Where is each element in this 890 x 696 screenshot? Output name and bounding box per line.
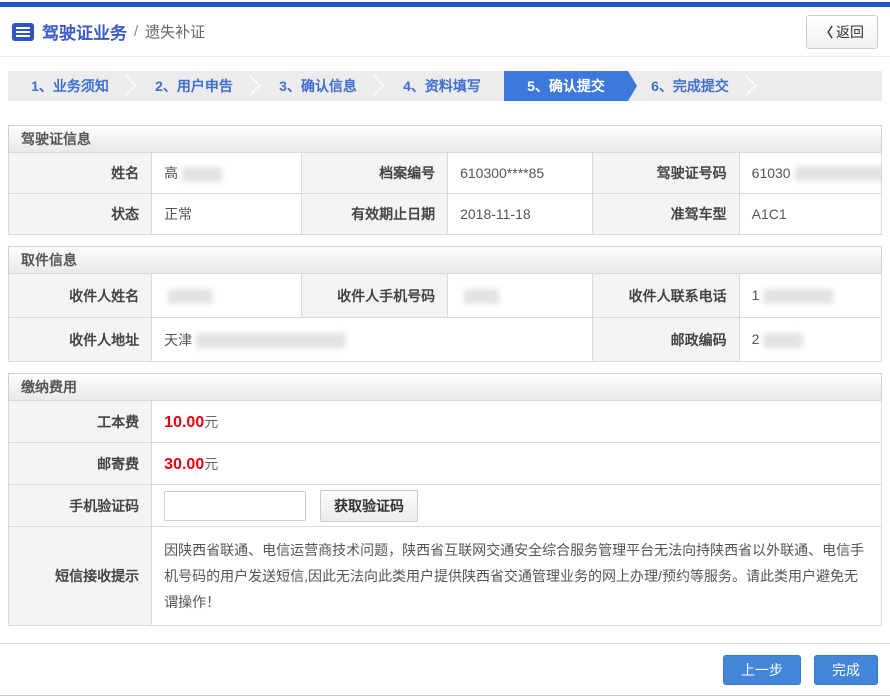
field-label: 档案编号 [302,153,448,194]
field-value-production-fee: 10.00元 [152,401,882,443]
value-text: 1 [752,287,760,303]
fee-amount: 10.00 [164,414,204,431]
fees-section: 缴纳费用 工本费 10.00元 邮寄费 30.00元 手机验证码 获取验证码 短… [8,373,882,626]
field-label: 收件人地址 [9,318,152,362]
step-label: 6、完成提交 [651,78,729,94]
field-value-recipient-mobile [448,274,593,318]
step-1-business-notes[interactable]: 1、业务须知 [8,71,132,101]
field-value-status: 正常 [152,194,302,235]
field-label: 邮政编码 [593,318,740,362]
step-5-confirm-submit[interactable]: 5、确认提交 [504,71,628,101]
list-icon [12,23,34,41]
value-text: 高 [164,165,178,181]
redacted-value [795,166,882,181]
footer-actions: 上一步 完成 [0,644,890,695]
field-value-name: 高 [152,153,302,194]
fee-unit: 元 [204,456,218,472]
fee-unit: 元 [204,414,218,430]
field-label: 工本费 [9,401,152,443]
page-header: 驾驶证业务 / 遗失补证 〈 返回 [0,7,890,57]
field-value-expiry: 2018-11-18 [448,194,593,235]
pickup-info-section: 取件信息 收件人姓名 收件人手机号码 收件人联系电话 1 收件人地址 天津 邮政… [8,246,882,362]
verification-cell: 获取验证码 [152,485,882,527]
value-text: 61030 [752,165,791,181]
field-value-license-no: 61030 [739,153,881,194]
field-value-file-no: 610300****85 [448,153,593,194]
step-2-user-declaration[interactable]: 2、用户申告 [132,71,256,101]
field-label: 收件人手机号码 [302,274,448,318]
table-row: 姓名 高 档案编号 610300****85 驾驶证号码 61030 [9,153,882,194]
table-row: 短信接收提示 因陕西省联通、电信运营商技术问题，陕西省互联网交通安全综合服务管理… [9,527,882,626]
get-verification-code-button[interactable]: 获取验证码 [320,490,418,522]
value-text: A1C1 [752,206,787,222]
finish-button[interactable]: 完成 [814,655,878,685]
title-separator: / [134,23,138,40]
field-label: 姓名 [9,153,152,194]
field-value-postal-code: 2 [739,318,881,362]
redacted-value [763,289,833,304]
step-wizard-tail [752,71,882,101]
chevron-left-icon: 〈 [820,22,833,41]
previous-step-button[interactable]: 上一步 [723,655,801,685]
field-label: 驾驶证号码 [593,153,740,194]
field-value-recipient-address: 天津 [152,318,593,362]
field-value-recipient-name [152,274,302,318]
value-text: 天津 [164,332,192,348]
field-label: 状态 [9,194,152,235]
step-label: 3、确认信息 [279,78,357,94]
field-label: 收件人联系电话 [593,274,740,318]
step-4-fill-info[interactable]: 4、资料填写 [380,71,504,101]
step-wizard: 1、业务须知 2、用户申告 3、确认信息 4、资料填写 5、确认提交 6、完成提… [8,71,882,101]
license-info-table: 姓名 高 档案编号 610300****85 驾驶证号码 61030 状态 正常… [8,152,882,235]
back-button-label: 返回 [836,22,864,42]
field-value-recipient-phone: 1 [739,274,881,318]
step-label: 5、确认提交 [527,78,605,94]
value-text: 2 [752,331,760,347]
field-label: 短信接收提示 [9,527,152,626]
pickup-info-table: 收件人姓名 收件人手机号码 收件人联系电话 1 收件人地址 天津 邮政编码 2 [8,273,882,362]
table-row: 手机验证码 获取验证码 [9,485,882,527]
back-button[interactable]: 〈 返回 [806,15,878,49]
step-3-confirm-info[interactable]: 3、确认信息 [256,71,380,101]
table-row: 邮寄费 30.00元 [9,443,882,485]
step-label: 2、用户申告 [155,78,233,94]
table-row: 收件人姓名 收件人手机号码 收件人联系电话 1 [9,274,882,318]
field-value-vehicle-class: A1C1 [739,194,881,235]
redacted-value [763,333,803,348]
fees-section-title: 缴纳费用 [8,373,882,401]
step-label: 1、业务须知 [31,78,109,94]
step-6-complete-submit[interactable]: 6、完成提交 [628,71,752,101]
step-label: 4、资料填写 [403,78,481,94]
page-subtitle: 遗失补证 [145,21,205,42]
fees-table: 工本费 10.00元 邮寄费 30.00元 手机验证码 获取验证码 短信接收提示… [8,400,882,626]
table-row: 收件人地址 天津 邮政编码 2 [9,318,882,362]
value-text: 2018-11-18 [460,206,531,222]
value-text: 610300****85 [460,165,544,181]
field-label: 邮寄费 [9,443,152,485]
redacted-value [168,289,213,304]
table-row: 工本费 10.00元 [9,401,882,443]
verification-code-input[interactable] [164,491,306,521]
field-label: 有效期止日期 [302,194,448,235]
pickup-section-title: 取件信息 [8,246,882,274]
license-section-title: 驾驶证信息 [8,125,882,153]
license-info-section: 驾驶证信息 姓名 高 档案编号 610300****85 驾驶证号码 61030… [8,125,882,235]
field-label: 手机验证码 [9,485,152,527]
field-label: 准驾车型 [593,194,740,235]
redacted-value [464,289,499,304]
field-label: 收件人姓名 [9,274,152,318]
fee-amount: 30.00 [164,456,204,473]
field-value-postage-fee: 30.00元 [152,443,882,485]
table-row: 状态 正常 有效期止日期 2018-11-18 准驾车型 A1C1 [9,194,882,235]
redacted-value [196,333,346,348]
page-title: 驾驶证业务 [42,19,127,44]
value-text: 正常 [164,206,192,222]
redacted-value [182,167,222,182]
sms-notice-text: 因陕西省联通、电信运营商技术问题，陕西省互联网交通安全综合服务管理平台无法向持陕… [152,527,882,626]
